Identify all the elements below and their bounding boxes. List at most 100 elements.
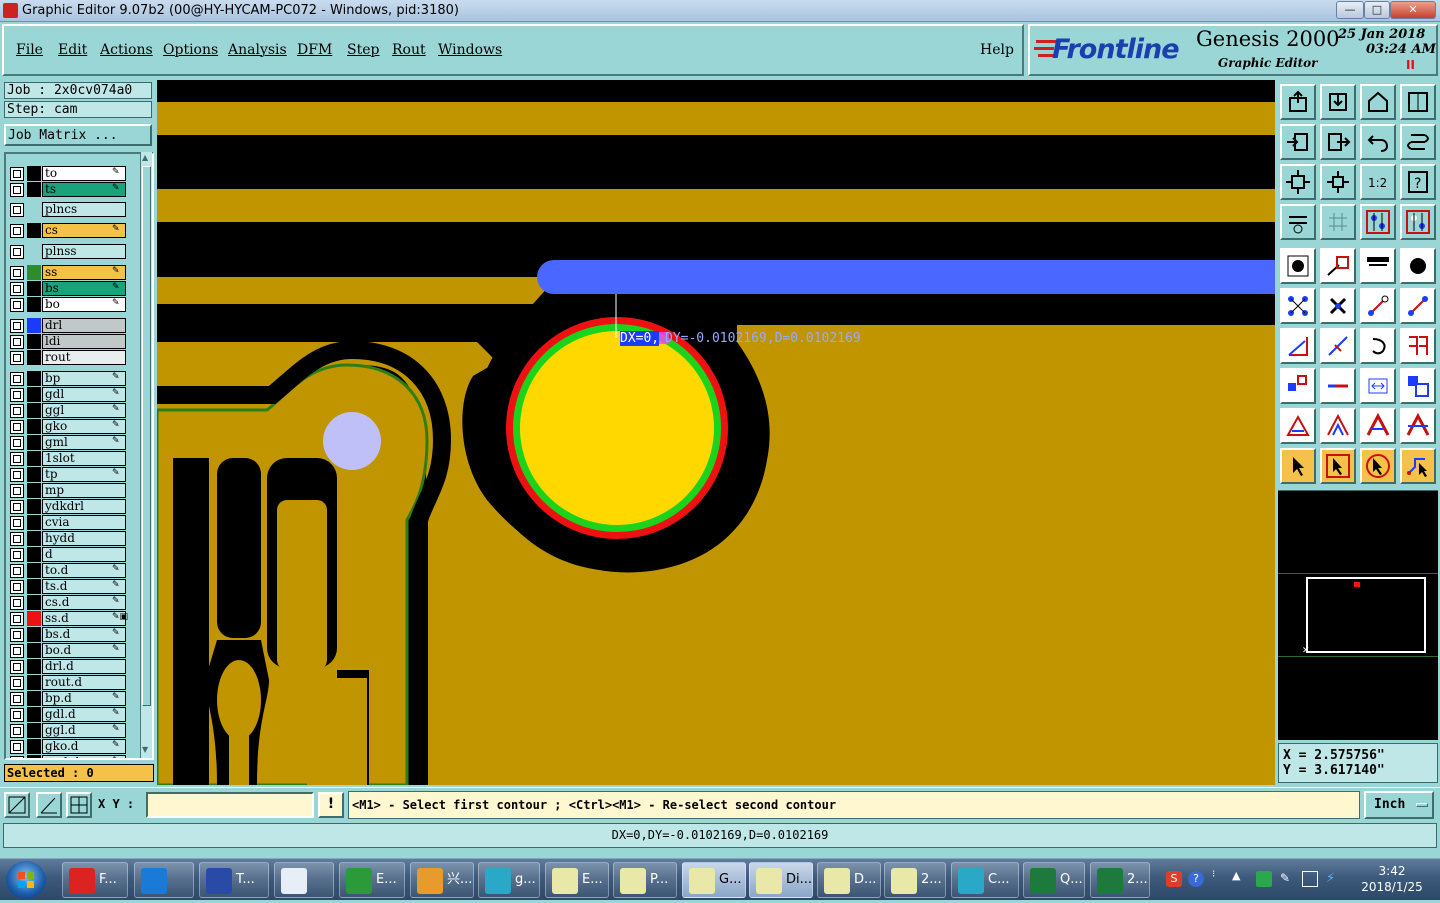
taskbar-item[interactable]: E... [339, 862, 405, 898]
layer-color-swatch[interactable] [27, 451, 41, 466]
measure-icon[interactable] [1360, 248, 1396, 284]
layer-color-swatch[interactable] [27, 202, 41, 217]
layer-row[interactable]: tp ✎ [8, 467, 126, 482]
connect-icon[interactable] [1280, 288, 1316, 324]
layer-name[interactable]: mp [42, 483, 126, 498]
scroll-up-arrow-icon[interactable]: ▲ [142, 154, 151, 162]
layer-name[interactable]: ydkdrl [42, 499, 126, 514]
tray-expand-icon[interactable]: ▲ [1232, 869, 1240, 882]
layer-color-swatch[interactable] [27, 387, 41, 402]
layer-color-swatch[interactable] [27, 467, 41, 482]
layer-color-swatch[interactable] [27, 265, 41, 280]
tray-s-icon[interactable]: S [1166, 871, 1182, 887]
taskbar-item[interactable]: E... [545, 862, 609, 898]
layer-checkbox[interactable] [10, 692, 24, 706]
layer-toggle-icon[interactable] [1400, 204, 1436, 240]
menu-file[interactable]: File [16, 42, 43, 58]
save-step-icon[interactable] [1320, 84, 1356, 120]
unit-dropdown-icon[interactable] [1416, 803, 1428, 807]
grid-snap-icon[interactable] [66, 792, 92, 818]
menu-dfm[interactable]: DFM [297, 42, 332, 58]
layer-color-swatch[interactable] [27, 707, 41, 722]
undo-icon[interactable] [1360, 124, 1396, 160]
layer-row[interactable]: bo.d ✎ [8, 643, 126, 658]
taskbar-item[interactable]: Q... [1023, 862, 1085, 898]
layer-color-swatch[interactable] [27, 182, 41, 197]
tray-help-icon[interactable]: ? [1188, 871, 1204, 887]
route-icon[interactable] [1400, 448, 1436, 484]
layer-color-swatch[interactable] [27, 499, 41, 514]
layer-row[interactable]: rout.d [8, 675, 126, 690]
scroll-thumb[interactable] [142, 166, 151, 706]
layer-row[interactable]: gml ✎ [8, 435, 126, 450]
layer-color-swatch[interactable] [27, 691, 41, 706]
taskbar-item[interactable]: T... [199, 862, 269, 898]
layer-checkbox[interactable] [10, 548, 24, 562]
taskbar-item[interactable]: 兴... [410, 862, 474, 898]
layer-row[interactable]: plncs [8, 202, 126, 217]
layer-color-swatch[interactable] [27, 723, 41, 738]
layer-color-swatch[interactable] [27, 515, 41, 530]
layer-checkbox[interactable] [10, 404, 24, 418]
alert-icon[interactable]: ! [318, 792, 344, 818]
taskbar-item[interactable]: 2... [1090, 862, 1150, 898]
taskbar-item[interactable] [134, 862, 194, 898]
import-icon[interactable] [1280, 124, 1316, 160]
layer-row[interactable]: plnss [8, 244, 126, 259]
taskbar-item[interactable]: D... [817, 862, 881, 898]
layer-name[interactable]: rout.d [42, 675, 126, 690]
layer-row[interactable]: bo ✎ [8, 297, 126, 312]
layer-row[interactable]: ts ✎ [8, 182, 126, 197]
network-icon[interactable] [1302, 871, 1318, 887]
tray-arrows-icon[interactable]: ⁝ [1212, 869, 1215, 880]
layer-row[interactable]: ss.d ✎▣ [8, 611, 128, 626]
layer-name[interactable]: rout [42, 350, 126, 365]
minus-icon[interactable] [1320, 368, 1356, 404]
layer-checkbox[interactable] [10, 596, 24, 610]
scale-1-2-icon[interactable]: 1:2 [1360, 164, 1396, 200]
layer-row[interactable]: mp [8, 483, 126, 498]
layer-row[interactable]: bs.d ✎ [8, 627, 126, 642]
layer-checkbox[interactable] [10, 266, 24, 280]
open-step-icon[interactable] [1280, 84, 1316, 120]
layer-color-swatch[interactable] [27, 350, 41, 365]
taskbar-item[interactable]: G... [682, 862, 746, 898]
layer-color-swatch[interactable] [27, 334, 41, 349]
overview-frame[interactable] [1306, 577, 1426, 653]
menu-rout[interactable]: Rout [392, 42, 426, 58]
layer-compare-icon[interactable] [1360, 204, 1396, 240]
layer-row[interactable]: gdl.d ✎ [8, 707, 126, 722]
layer-name[interactable]: cvia [42, 515, 126, 530]
layer-row[interactable]: cvia [8, 515, 126, 530]
menu-edit[interactable]: Edit [58, 42, 87, 58]
move-icon[interactable] [1360, 288, 1396, 324]
taskbar-item[interactable]: Di... [749, 862, 813, 898]
pointer-box-icon[interactable] [1320, 448, 1356, 484]
layer-checkbox[interactable] [10, 484, 24, 498]
layer-row[interactable]: gko ✎ [8, 419, 126, 434]
snap-icon[interactable] [4, 792, 30, 818]
layer-name[interactable]: d [42, 547, 126, 562]
select-area-icon[interactable] [1280, 368, 1316, 404]
fill-icon[interactable] [1400, 248, 1436, 284]
layer-checkbox[interactable] [10, 468, 24, 482]
layer-row[interactable]: bs ✎ [8, 281, 126, 296]
layer-color-swatch[interactable] [27, 483, 41, 498]
layer-checkbox[interactable] [10, 282, 24, 296]
home-icon[interactable] [1360, 84, 1396, 120]
menu-windows[interactable]: Windows [438, 42, 502, 58]
angle-icon[interactable] [1280, 328, 1316, 364]
layer-checkbox[interactable] [10, 372, 24, 386]
layer-row[interactable]: bp ✎ [8, 371, 126, 386]
maximize-button[interactable]: □ [1364, 1, 1390, 19]
layer-color-swatch[interactable] [27, 166, 41, 181]
layer-name[interactable]: ldi [42, 334, 126, 349]
layer-row[interactable]: gdl ✎ [8, 387, 126, 402]
layer-checkbox[interactable] [10, 644, 24, 658]
layer-checkbox[interactable] [10, 500, 24, 514]
taskbar-item[interactable]: 2... [884, 862, 946, 898]
layer-row[interactable]: ggl.d ✎ [8, 723, 126, 738]
layer-name[interactable]: drl.d [42, 659, 126, 674]
redo-icon[interactable] [1400, 124, 1436, 160]
layer-color-swatch[interactable] [27, 595, 41, 610]
